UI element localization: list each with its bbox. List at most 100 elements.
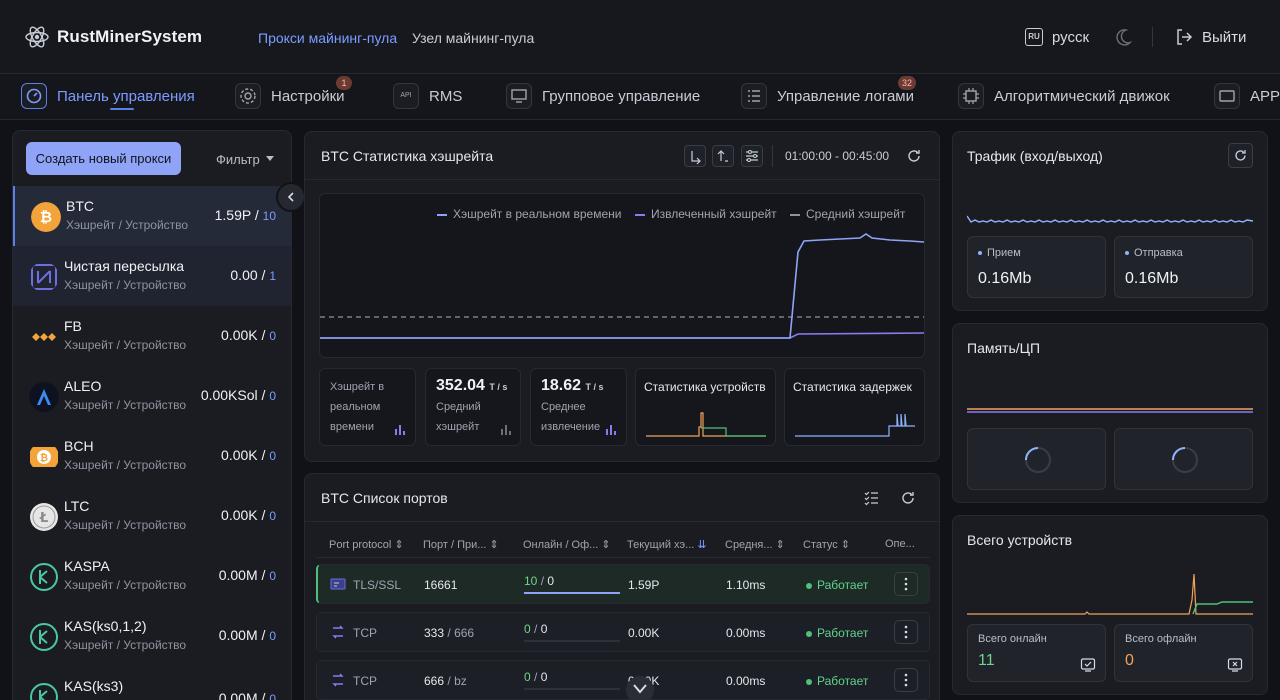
tab-dashboard[interactable]: Панель управления <box>21 83 195 111</box>
coin-item-ltc[interactable]: Ł LTC Хэшрейт / Устройство 0.00K / 0 <box>13 486 291 546</box>
loading-spinner-icon <box>1025 447 1051 473</box>
devices-title: Всего устройств <box>967 532 1073 548</box>
coin-item-bch[interactable]: ₿ BCH Хэшрейт / Устройство 0.00K / 0 <box>13 426 291 486</box>
tab-algorithm-engine[interactable]: Алгоритмический движок <box>958 83 1178 111</box>
col-status[interactable]: Статус ⇕ <box>803 538 850 551</box>
coin-name: BCH <box>64 438 94 454</box>
link-pool-proxy[interactable]: Прокси майнинг-пула <box>258 30 397 46</box>
refresh-icon[interactable] <box>905 147 923 165</box>
stat-label: Хэшрейт в <box>330 381 385 393</box>
scroll-down-button[interactable] <box>626 676 654 700</box>
tab-label: Групповое управление <box>542 88 701 105</box>
offline-label: Всего офлайн <box>1125 633 1197 645</box>
tab-label: RMS <box>429 88 463 105</box>
stat-label: Среднее <box>541 401 586 413</box>
tab-app[interactable]: APP <box>1214 83 1280 111</box>
cell-protocol: TCP <box>353 626 377 640</box>
coin-subtitle: Хэшрейт / Устройство <box>64 638 187 652</box>
sliders-icon[interactable] <box>741 145 763 167</box>
logout-icon[interactable] <box>1174 27 1194 47</box>
create-proxy-button[interactable]: Создать новый прокси <box>26 142 181 175</box>
online-progress <box>524 592 620 594</box>
logout-button[interactable]: Выйти <box>1202 29 1246 46</box>
more-vertical-icon <box>904 577 908 591</box>
moon-icon[interactable] <box>1113 27 1133 47</box>
certificate-icon <box>330 578 346 590</box>
language-selector[interactable]: русск <box>1052 29 1089 46</box>
forwarding-icon <box>31 264 57 290</box>
kaspa-icon <box>30 563 58 591</box>
stat-card-devices[interactable]: Статистика устройств <box>635 368 776 446</box>
coin-item-aleo[interactable]: ALEO Хэшрейт / Устройство 0.00KSol / 0 <box>13 366 291 426</box>
more-options-button[interactable] <box>894 668 918 692</box>
stat-card-realtime[interactable]: Хэшрейт в реальном времени <box>319 368 416 446</box>
collapse-sidebar-button[interactable] <box>276 182 306 212</box>
time-range[interactable]: 01:00:00 - 00:45:00 <box>785 149 889 163</box>
coin-item-btc[interactable]: ₿ BTC Хэшрейт / Устройство 1.59P / 10 <box>13 186 291 246</box>
coin-item-kaspa[interactable]: KASPA Хэшрейт / Устройство 0.00M / 0 <box>13 546 291 606</box>
col-port-protocol[interactable]: Port protocol ⇕ <box>329 538 404 551</box>
tab-label: Управление логами <box>777 88 914 105</box>
coin-item-kas3[interactable]: KAS(ks3) 0.00M / 0 <box>13 666 291 700</box>
stats-panel-title: BTC Статистика хэшрейта <box>321 148 494 164</box>
logs-badge: 32 <box>898 76 917 90</box>
coin-item-fb[interactable]: FB Хэшрейт / Устройство 0.00K / 0 <box>13 306 291 366</box>
sort-up-icon[interactable] <box>712 145 734 167</box>
coin-subtitle: Хэшрейт / Устройство <box>64 338 187 352</box>
panel-divider <box>304 179 940 180</box>
checklist-icon[interactable] <box>862 489 880 507</box>
more-vertical-icon <box>904 673 908 687</box>
language-icon[interactable]: RU <box>1025 28 1043 46</box>
refresh-button[interactable] <box>1228 143 1253 168</box>
cell-online-offline: 10 / 0 <box>524 574 555 588</box>
more-options-button[interactable] <box>894 572 918 596</box>
refresh-icon[interactable] <box>899 489 917 507</box>
latency-sparkline <box>795 413 915 437</box>
tab-rms[interactable]: API RMS <box>393 83 473 111</box>
stat-label: извлечение <box>541 421 601 433</box>
legend-extracted: Извлеченный хэшрейт <box>635 207 777 221</box>
stat-label: времени <box>330 421 374 433</box>
realtime-hashrate-line <box>320 233 925 339</box>
tab-group-management[interactable]: Групповое управление <box>506 83 706 111</box>
tab-log-management[interactable]: Управление логами 32 <box>741 76 921 111</box>
rx-label: Прием <box>978 247 1021 259</box>
tab-label: APP <box>1250 88 1280 105</box>
coin-item-forwarding[interactable]: Чистая пересылка Хэшрейт / Устройство 0.… <box>13 246 291 306</box>
coin-value: 0.00K / 0 <box>221 447 276 463</box>
stat-card-latency[interactable]: Статистика задержек <box>784 368 925 446</box>
device-sparkline <box>646 412 766 437</box>
col-online-offline[interactable]: Онлайн / Оф... ⇕ <box>523 538 611 551</box>
col-average[interactable]: Средня... ⇕ <box>725 538 785 551</box>
dashboard-icon <box>21 83 47 109</box>
more-vertical-icon <box>904 625 908 639</box>
filter-dropdown[interactable]: Фильтр <box>216 152 260 167</box>
stat-card-average[interactable]: 352.04 T / s Средний хэшрейт <box>425 368 521 446</box>
traffic-sparkline <box>967 215 1253 223</box>
bar-chart-icon <box>606 425 616 435</box>
tab-settings[interactable]: Настройки 1 <box>235 76 360 111</box>
coin-item-kas012[interactable]: KAS(ks0,1,2) Хэшрейт / Устройство 0.00M … <box>13 606 291 666</box>
link-pool-node[interactable]: Узел майнинг-пула <box>412 30 534 46</box>
chevron-down-icon[interactable] <box>266 156 274 161</box>
tcp-icon <box>332 625 344 639</box>
sort-desc-icon: ⇊ <box>697 539 707 551</box>
col-current-hashrate[interactable]: Текущий хэ... ⇊ <box>627 538 707 551</box>
cell-port: 16661 <box>424 578 458 592</box>
cell-protocol: TCP <box>353 674 377 688</box>
svg-text:₿: ₿ <box>40 452 48 464</box>
sort-down-icon[interactable] <box>684 145 706 167</box>
cell-protocol: TLS/SSL <box>353 578 402 592</box>
online-progress <box>524 688 620 690</box>
col-port[interactable]: Порт / При... ⇕ <box>423 538 499 551</box>
more-options-button[interactable] <box>894 620 918 644</box>
memory-title: Память/ЦП <box>967 340 1041 356</box>
cell-latency: 0.00ms <box>726 626 766 640</box>
stat-card-extraction[interactable]: 18.62 T / s Среднее извлечение <box>530 368 627 446</box>
cell-port: 666 / bz <box>424 674 467 688</box>
online-progress <box>524 640 620 642</box>
total-online-card: Всего онлайн 11 <box>967 624 1106 682</box>
rx-dot <box>978 251 982 256</box>
app-icon <box>1214 83 1240 109</box>
proxy-sidebar: Создать новый прокси Фильтр ₿ BTC Хэшрей… <box>12 130 292 700</box>
